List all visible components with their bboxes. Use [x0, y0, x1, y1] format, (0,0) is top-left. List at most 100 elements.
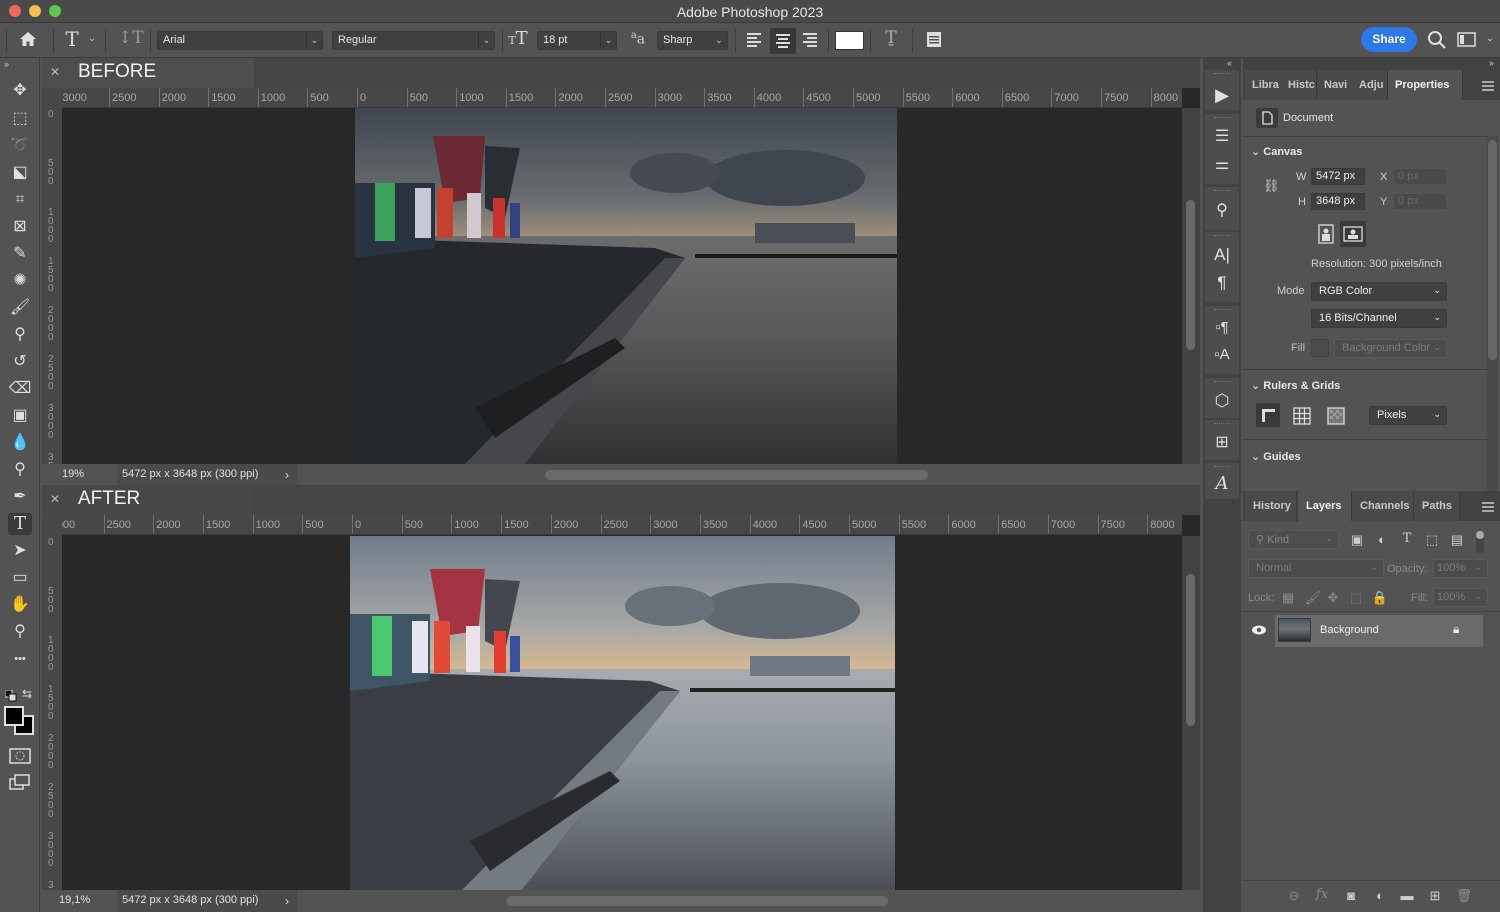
zoom-tool-icon[interactable]: ⚲: [8, 621, 32, 643]
font-family-select[interactable]: Arial ⌄: [157, 31, 323, 50]
spot-healing-tool-icon[interactable]: ✺: [8, 270, 32, 292]
vertical-scrollbar[interactable]: [1182, 108, 1200, 464]
chevron-down-icon[interactable]: ⌄: [86, 33, 98, 44]
canvas-area[interactable]: [62, 108, 1182, 464]
quick-mask-icon[interactable]: [9, 748, 31, 764]
character-styles-icon[interactable]: ▫A: [1210, 344, 1234, 366]
gradient-tool-icon[interactable]: ▣: [8, 405, 32, 427]
document-tab[interactable]: ✕ BEFORE: [42, 58, 254, 88]
tab-layers[interactable]: Layers: [1298, 491, 1352, 521]
scrollbar-thumb[interactable]: [1186, 574, 1195, 726]
brush-settings-icon[interactable]: ☰: [1210, 126, 1234, 148]
align-center-button[interactable]: [770, 28, 796, 54]
pen-tool-icon[interactable]: ✒: [8, 486, 32, 508]
font-style-select[interactable]: Regular ⌄: [332, 31, 495, 50]
rulers-toggle-icon[interactable]: [1256, 403, 1280, 427]
layer-lock-icon[interactable]: 🔒︎: [1453, 622, 1459, 637]
dodge-tool-icon[interactable]: ⚲: [8, 459, 32, 481]
edit-toolbar-icon[interactable]: •••: [8, 648, 32, 670]
lock-all-icon[interactable]: 🔒: [1371, 590, 1389, 606]
portrait-orientation-icon[interactable]: [1316, 223, 1336, 245]
properties-scrollbar[interactable]: [1487, 136, 1498, 491]
fill-select[interactable]: Background Color ⌄: [1334, 339, 1447, 358]
ruler-origin[interactable]: [42, 88, 62, 108]
close-tab-icon[interactable]: ✕: [50, 65, 60, 79]
filter-adjustment-icon[interactable]: ◐: [1373, 532, 1391, 547]
tab-history[interactable]: Histc: [1281, 70, 1317, 100]
link-layers-icon[interactable]: ⊖: [1285, 888, 1303, 904]
horizontal-ruler[interactable]: 3000 2500 2000 1500 1000 500 0 500 1000 1500 2000 2…: [62, 88, 1182, 108]
delete-layer-icon[interactable]: 🗑︎: [1455, 888, 1473, 904]
chevron-right-icon[interactable]: ›: [285, 468, 289, 482]
marquee-tool-icon[interactable]: ⬚: [8, 108, 32, 130]
clone-source-icon[interactable]: ⚲: [1210, 200, 1234, 222]
tab-libraries[interactable]: Libra: [1245, 70, 1285, 100]
fill-input[interactable]: 100% ⌄: [1433, 588, 1488, 607]
lock-artboard-icon[interactable]: ⬚: [1347, 590, 1365, 606]
ruler-units-select[interactable]: Pixels ⌄: [1369, 406, 1447, 425]
canvas-area[interactable]: [62, 536, 1182, 892]
link-dimensions-icon[interactable]: ⛓: [1263, 178, 1280, 194]
lasso-tool-icon[interactable]: ➰: [8, 135, 32, 157]
blur-tool-icon[interactable]: 💧: [8, 432, 32, 454]
align-left-button[interactable]: [744, 30, 764, 50]
pixel-grid-toggle-icon[interactable]: [1326, 406, 1346, 426]
zoom-level[interactable]: 19%: [62, 468, 84, 480]
history-brush-tool-icon[interactable]: ↺: [8, 351, 32, 373]
opacity-input[interactable]: 100% ⌄: [1433, 559, 1488, 578]
home-icon[interactable]: [16, 29, 40, 51]
fx-icon[interactable]: fx: [1313, 887, 1331, 902]
layer-row-background[interactable]: Background 🔒︎: [1275, 615, 1483, 647]
libraries-grid-icon[interactable]: ⊞: [1210, 432, 1234, 454]
lock-position-icon[interactable]: ✥: [1324, 590, 1342, 606]
filter-smart-object-icon[interactable]: ▤: [1448, 532, 1466, 548]
toggle-text-orientation-icon[interactable]: ↕T: [118, 28, 144, 52]
filter-toggle[interactable]: [1476, 531, 1484, 553]
character-icon[interactable]: A|: [1210, 244, 1234, 266]
type-tool-preset-icon[interactable]: T: [60, 27, 84, 53]
visibility-eye-icon[interactable]: [1251, 624, 1267, 636]
guides-section-header[interactable]: ⌄ Guides: [1251, 450, 1301, 463]
horizontal-scrollbar-thumb[interactable]: [545, 470, 928, 480]
expand-panel-icon[interactable]: »: [4, 59, 9, 69]
grid-toggle-icon[interactable]: [1292, 406, 1312, 426]
horizontal-scrollbar-thumb[interactable]: [506, 896, 888, 906]
blend-mode-select[interactable]: Normal ⌄: [1248, 559, 1384, 578]
default-colors-icon[interactable]: [4, 689, 17, 702]
vertical-ruler[interactable]: 0 500 1000 1500 2000 2500 3000 35: [42, 108, 62, 464]
close-tab-icon[interactable]: ✕: [50, 492, 60, 506]
glyphs-icon[interactable]: A: [1210, 473, 1234, 495]
document-tab[interactable]: ✕ AFTER: [42, 485, 254, 515]
horizontal-ruler[interactable]: 0002500200015001000500050010001500200025…: [62, 515, 1182, 535]
object-selection-tool-icon[interactable]: ⬕: [8, 162, 32, 184]
brush-tool-icon[interactable]: 🖌: [8, 297, 32, 319]
vertical-scrollbar[interactable]: [1182, 536, 1200, 892]
foreground-color-swatch[interactable]: [4, 706, 24, 726]
tool-presets-icon[interactable]: ⚌: [1210, 154, 1234, 176]
warp-text-icon[interactable]: Ṯ: [880, 28, 902, 48]
character-panel-icon[interactable]: [923, 30, 945, 50]
3d-icon[interactable]: ⬡: [1210, 390, 1234, 412]
filter-pixel-icon[interactable]: ▣: [1348, 532, 1366, 548]
layer-filter-select[interactable]: ⚲ Kind ⌄: [1248, 530, 1339, 549]
adjustment-layer-icon[interactable]: ◐: [1371, 888, 1389, 903]
zoom-level[interactable]: 19,1%: [59, 894, 90, 906]
collapse-panels-icon[interactable]: «: [1227, 58, 1232, 68]
scrollbar-thumb[interactable]: [1186, 200, 1195, 350]
text-color-swatch[interactable]: [835, 31, 864, 50]
type-tool-icon[interactable]: T: [8, 513, 32, 535]
workspace-icon[interactable]: [1457, 31, 1477, 49]
fill-color-swatch[interactable]: [1311, 339, 1329, 357]
rulers-grids-section-header[interactable]: ⌄ Rulers & Grids: [1251, 379, 1340, 392]
panel-menu-icon[interactable]: [1482, 502, 1494, 512]
screen-mode-icon[interactable]: [9, 774, 31, 792]
tab-paths[interactable]: Paths: [1414, 491, 1460, 521]
color-mode-select[interactable]: RGB Color ⌄: [1311, 282, 1447, 301]
chevron-right-icon[interactable]: ›: [285, 894, 289, 908]
paragraph-icon[interactable]: ¶: [1210, 272, 1234, 294]
canvas-height-input[interactable]: 3648 px: [1311, 193, 1365, 210]
ruler-origin[interactable]: [42, 515, 62, 536]
swap-colors-icon[interactable]: ⇆: [22, 687, 32, 701]
clone-stamp-tool-icon[interactable]: ⚲: [8, 324, 32, 346]
landscape-orientation-icon[interactable]: [1340, 221, 1366, 247]
